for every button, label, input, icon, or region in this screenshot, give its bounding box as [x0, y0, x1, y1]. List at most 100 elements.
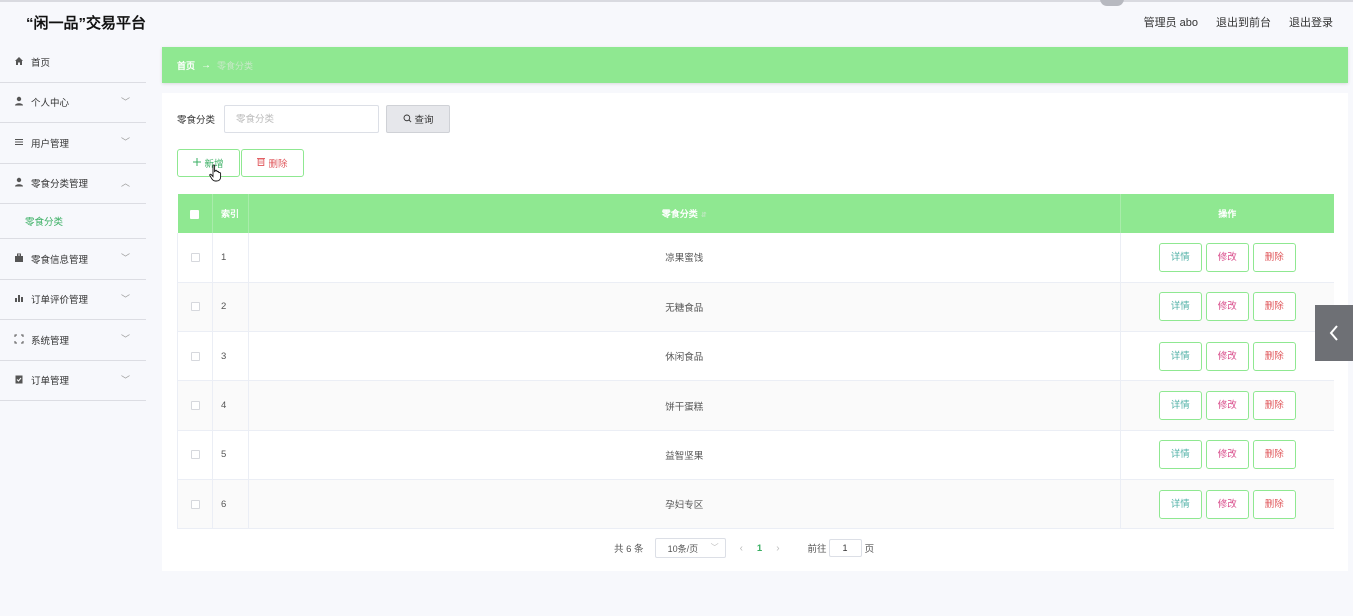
detail-button[interactable]: 详情	[1158, 292, 1202, 322]
chevron-up-icon: ︿	[120, 177, 130, 188]
brand-title: “闲一品”交易平台	[26, 15, 147, 32]
clipboard-icon	[13, 374, 25, 386]
chevron-down-icon: ﹀	[120, 374, 130, 385]
sidebar-item-label: 用户管理	[31, 138, 70, 150]
column-header-index: 索引	[212, 194, 249, 233]
column-header-category-label: 零食分类	[661, 209, 698, 219]
sidebar-item-snack-info-mgmt[interactable]: 零食信息管理 ﹀	[0, 239, 146, 280]
row-index: 4	[212, 380, 249, 431]
table-row: 4 饼干蛋糕 详情 修改 删除	[177, 380, 1334, 431]
delete-button[interactable]: 删除	[1252, 292, 1296, 322]
column-header-ops: 操作	[1120, 194, 1334, 233]
delete-button[interactable]: 删除	[1252, 391, 1296, 421]
row-checkbox[interactable]	[190, 302, 200, 312]
list-icon	[13, 137, 25, 149]
pagination: 共 6 条 10条/页 ﹀ ‹ 1 › 前往 页	[614, 538, 874, 558]
row-index: 1	[212, 233, 249, 283]
user-icon	[13, 177, 25, 189]
detail-button[interactable]: 详情	[1158, 242, 1202, 272]
chevron-down-icon: ﹀	[710, 543, 719, 552]
edit-button[interactable]: 修改	[1205, 489, 1249, 519]
edit-button[interactable]: 修改	[1205, 391, 1249, 421]
chevron-down-icon: ﹀	[120, 96, 130, 107]
delete-button[interactable]: 删除	[1252, 341, 1296, 371]
chevron-left-icon	[1329, 325, 1338, 341]
sidebar-item-label: 零食信息管理	[31, 254, 89, 266]
avatar[interactable]	[1100, 0, 1124, 6]
goto-page: 前往 页	[808, 539, 874, 557]
detail-button[interactable]: 详情	[1158, 391, 1202, 421]
goto-page-input[interactable]	[828, 539, 862, 557]
edit-button[interactable]: 修改	[1205, 341, 1249, 371]
row-select-cell[interactable]	[177, 380, 213, 431]
row-actions: 详情 修改 删除	[1120, 282, 1334, 333]
delete-button[interactable]: 删除	[1252, 489, 1296, 519]
query-button[interactable]: 查询	[386, 105, 451, 133]
logout-link[interactable]: 退出登录	[1289, 14, 1333, 30]
page-number-current[interactable]: 1	[757, 543, 762, 554]
collapse-toggle-button[interactable]	[1315, 305, 1353, 361]
row-category: 孕妇专区	[248, 479, 1121, 530]
search-input[interactable]	[224, 105, 380, 133]
edit-button[interactable]: 修改	[1205, 440, 1249, 470]
category-table: 索引 零食分类 ⇵ 操作 1 凉果蜜饯 详情 修改 删除 2 无糖食品 详情 修改 删除	[177, 194, 1334, 530]
table-row: 2 无糖食品 详情 修改 删除	[177, 282, 1334, 333]
edit-button[interactable]: 修改	[1205, 292, 1249, 322]
row-select-cell[interactable]	[177, 282, 213, 333]
row-checkbox[interactable]	[190, 401, 200, 411]
row-actions: 详情 修改 删除	[1120, 331, 1334, 382]
sidebar-item-users[interactable]: 用户管理 ﹀	[0, 123, 146, 164]
row-checkbox[interactable]	[190, 450, 200, 460]
chevron-down-icon: ﹀	[120, 137, 130, 147]
breadcrumb: 首页 → 零食分类	[162, 47, 1348, 83]
detail-button[interactable]: 详情	[1158, 440, 1202, 470]
row-actions: 详情 修改 删除	[1120, 233, 1334, 283]
table-header-row: 索引 零食分类 ⇵ 操作	[177, 194, 1334, 233]
sidebar-item-home[interactable]: 首页	[0, 42, 146, 83]
sidebar-item-snack-category-mgmt[interactable]: 零食分类管理 ︿	[0, 164, 146, 204]
select-all-checkbox[interactable]	[190, 209, 200, 219]
row-checkbox[interactable]	[190, 351, 200, 361]
sidebar-item-order-review-mgmt[interactable]: 订单评价管理 ﹀	[0, 280, 146, 320]
top-bar: “闲一品”交易平台 管理员 abo 退出到前台 退出登录	[0, 0, 1353, 42]
row-select-cell[interactable]	[177, 233, 213, 283]
page-size-select[interactable]: 10条/页 ﹀	[654, 538, 726, 558]
row-category: 饼干蛋糕	[248, 380, 1121, 431]
sidebar-item-system-mgmt[interactable]: 系统管理 ﹀	[0, 320, 146, 361]
back-to-front-link[interactable]: 退出到前台	[1216, 14, 1271, 30]
delete-button[interactable]: 删除	[1252, 242, 1296, 272]
row-index: 6	[212, 479, 249, 530]
breadcrumb-separator: →	[201, 59, 212, 71]
sidebar: 首页 个人中心 ﹀ 用户管理 ﹀ 零食分类管理 ︿ 零食分类 零食信息管理 ﹀ …	[0, 42, 146, 616]
row-select-cell[interactable]	[177, 479, 213, 530]
sort-icon[interactable]: ⇵	[701, 212, 707, 219]
next-page-button[interactable]: ›	[776, 543, 779, 554]
sidebar-item-label: 系统管理	[31, 335, 70, 347]
pagination-total: 共 6 条	[614, 544, 644, 555]
prev-page-button[interactable]: ‹	[740, 543, 743, 554]
sidebar-item-order-mgmt[interactable]: 订单管理 ﹀	[0, 361, 146, 401]
row-select-cell[interactable]	[177, 331, 213, 382]
row-category: 益智坚果	[248, 430, 1121, 480]
chevron-down-icon: ﹀	[120, 334, 130, 344]
row-checkbox[interactable]	[190, 252, 200, 262]
row-select-cell[interactable]	[177, 430, 213, 480]
detail-button[interactable]: 详情	[1158, 489, 1202, 519]
sidebar-item-personal[interactable]: 个人中心 ﹀	[0, 83, 146, 123]
page-size-value: 10条/页	[667, 543, 699, 554]
delete-button[interactable]: 删除	[1252, 440, 1296, 470]
sidebar-subitem-snack-category[interactable]: 零食分类	[0, 204, 146, 239]
edit-button[interactable]: 修改	[1205, 242, 1249, 272]
table-row: 1 凉果蜜饯 详情 修改 删除	[177, 233, 1334, 283]
column-header-category[interactable]: 零食分类 ⇵	[248, 194, 1121, 233]
sidebar-item-label: 个人中心	[31, 98, 70, 110]
detail-button[interactable]: 详情	[1158, 341, 1202, 371]
row-checkbox[interactable]	[190, 499, 200, 509]
batch-delete-button[interactable]: 删除	[241, 149, 304, 177]
row-index: 5	[212, 430, 249, 480]
select-all-cell[interactable]	[177, 194, 213, 233]
row-actions: 详情 修改 删除	[1120, 479, 1334, 530]
row-index: 2	[212, 282, 249, 333]
breadcrumb-home[interactable]: 首页	[177, 59, 195, 72]
trash-icon	[257, 157, 266, 169]
